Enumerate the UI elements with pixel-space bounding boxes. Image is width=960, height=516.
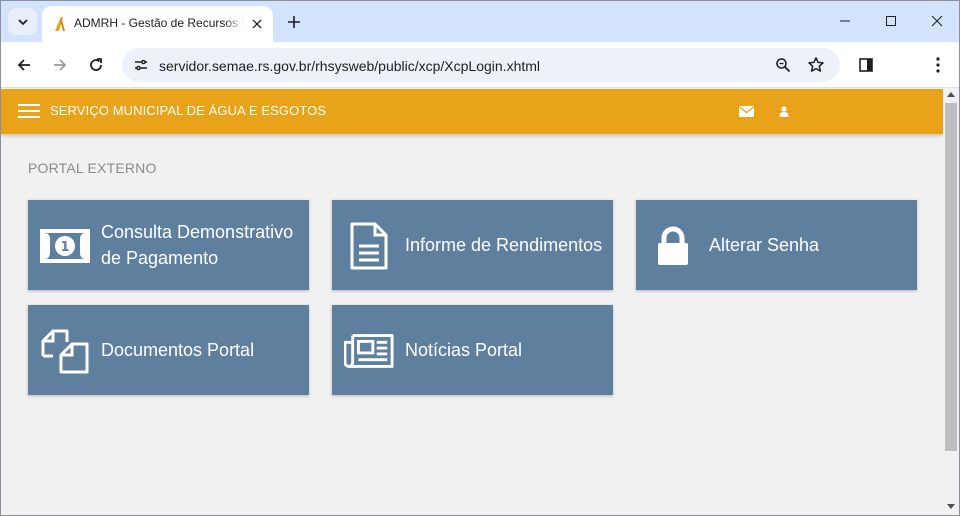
side-panel-icon[interactable] <box>855 54 877 76</box>
lock-icon <box>648 221 698 271</box>
scroll-down-arrow-icon[interactable] <box>947 504 955 509</box>
tile-label: Alterar Senha <box>709 235 820 255</box>
tab-search-icon[interactable] <box>8 8 37 35</box>
files-icon <box>40 326 90 376</box>
admrh-logo-icon <box>52 16 68 32</box>
tile-noticias-portal[interactable]: Notícias Portal <box>332 305 613 395</box>
tile-documentos-portal[interactable]: Documentos Portal <box>28 305 309 395</box>
zoom-icon[interactable] <box>773 55 793 75</box>
app-title: SERVIÇO MUNICIPAL DE ÁGUA E ESGOTOS <box>50 103 327 118</box>
tile-informe-rendimentos[interactable]: Informe de Rendimentos <box>332 200 613 290</box>
star-icon[interactable] <box>806 55 826 75</box>
money-bill-icon: 1 <box>40 221 90 271</box>
url-text: servidor.semae.rs.gov.br/rhsysweb/public… <box>159 58 541 74</box>
scroll-up-arrow-icon[interactable] <box>947 92 955 97</box>
page-viewport: SERVIÇO MUNICIPAL DE ÁGUA E ESGOTOS PORT… <box>1 89 943 515</box>
site-info-icon[interactable] <box>130 54 152 76</box>
tile-label: Documentos Portal <box>101 340 255 360</box>
mail-icon[interactable] <box>737 103 755 119</box>
tile-alterar-senha[interactable]: Alterar Senha <box>636 200 917 290</box>
back-arrow-icon[interactable] <box>11 52 37 78</box>
section-title: PORTAL EXTERNO <box>28 160 157 176</box>
tile-label: Informe de Rendimentos <box>405 235 603 255</box>
plus-icon[interactable] <box>283 11 305 33</box>
close-icon[interactable] <box>248 15 266 33</box>
page-scrollbar[interactable] <box>943 89 959 515</box>
app-header: SERVIÇO MUNICIPAL DE ÁGUA E ESGOTOS <box>1 89 943 134</box>
tile-label: Consulta Demonstrativo de Pagamento <box>101 222 294 268</box>
kebab-menu-icon[interactable] <box>927 54 949 76</box>
tile-consulta-demonstrativo[interactable]: 1 Consulta Demonstrativo de Pagamento <box>28 200 309 290</box>
minimize-icon[interactable] <box>830 9 860 33</box>
maximize-icon[interactable] <box>876 9 906 33</box>
browser-window: ADMRH - Gestão de Recursos Humanos <box>0 0 960 516</box>
browser-tab[interactable]: ADMRH - Gestão de Recursos Humanos <box>42 6 273 42</box>
reload-icon[interactable] <box>83 52 109 78</box>
tab-strip: ADMRH - Gestão de Recursos Humanos <box>1 1 959 42</box>
forward-arrow-icon[interactable] <box>47 52 73 78</box>
address-bar[interactable]: servidor.semae.rs.gov.br/rhsysweb/public… <box>122 48 840 82</box>
tile-label: Notícias Portal <box>405 340 523 360</box>
menu-icon[interactable] <box>18 102 40 120</box>
close-window-icon[interactable] <box>922 9 952 33</box>
document-icon <box>344 221 394 271</box>
browser-toolbar: servidor.semae.rs.gov.br/rhsysweb/public… <box>1 42 959 88</box>
user-icon[interactable] <box>775 103 793 119</box>
svg-text:1: 1 <box>60 240 69 255</box>
tab-title: ADMRH - Gestão de Recursos Humanos <box>74 16 244 30</box>
scroll-thumb[interactable] <box>945 103 957 451</box>
newspaper-icon <box>344 326 394 376</box>
